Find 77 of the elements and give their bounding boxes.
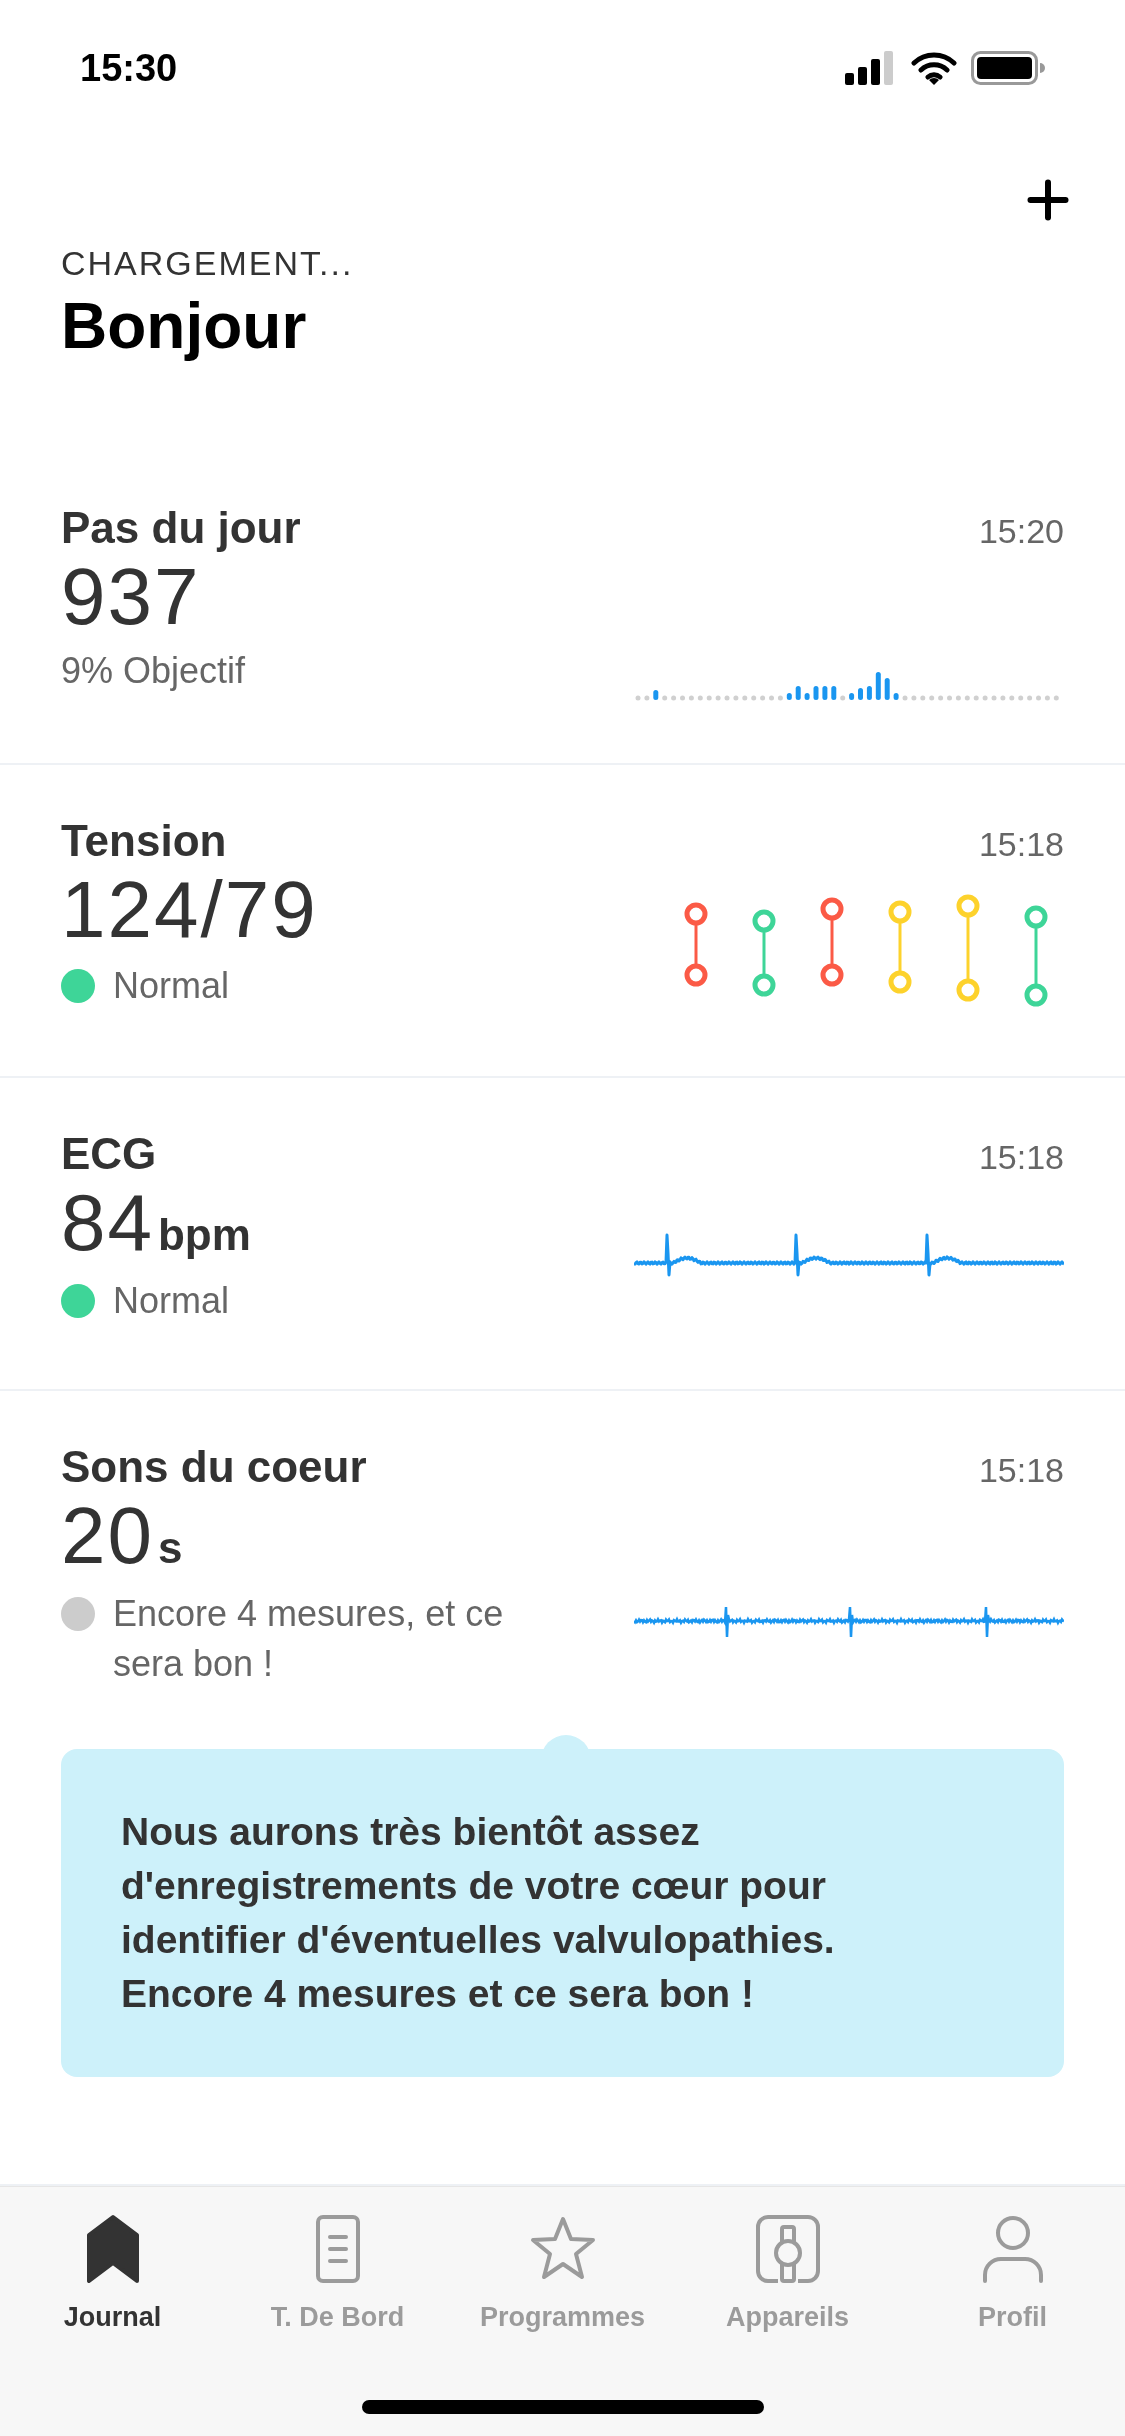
step-bar (884, 678, 890, 700)
step-dot (920, 695, 926, 701)
step-bar (866, 686, 872, 700)
battery-icon (971, 51, 1045, 85)
step-dot (982, 695, 988, 701)
step-bar (804, 693, 810, 700)
card-value: 20 (61, 1493, 154, 1579)
tab-item[interactable]: Profil (900, 2213, 1125, 2338)
card-title: Tension (61, 815, 228, 867)
step-dot (688, 695, 694, 701)
step-dot (644, 695, 650, 701)
wifi-icon (911, 51, 957, 85)
step-dot (635, 695, 641, 701)
step-dot (662, 695, 668, 701)
step-dot (964, 695, 970, 701)
tab-item[interactable]: Programmes (450, 2213, 675, 2338)
step-dot (751, 695, 757, 701)
step-bar (849, 693, 855, 700)
step-dot (1053, 695, 1059, 701)
step-dot (840, 695, 846, 701)
card-subtitle: 9% Objectif (61, 649, 247, 693)
step-dot (777, 695, 783, 701)
step-dot (760, 695, 766, 701)
step-dot (1044, 695, 1050, 701)
step-dot (715, 695, 721, 701)
step-bar (858, 688, 863, 700)
card-value: 84 (61, 1180, 154, 1266)
step-dot (938, 695, 944, 701)
step-bar (653, 690, 659, 700)
card-unit: s (158, 1522, 183, 1574)
step-bar (875, 672, 881, 700)
card-time: 15:18 (978, 1450, 1064, 1491)
tab-item[interactable]: Appareils (675, 2213, 900, 2338)
step-dot (706, 695, 712, 701)
step-dot (733, 695, 739, 701)
step-dot (697, 695, 703, 701)
step-dot (680, 695, 685, 701)
status-time: 15:30 (80, 45, 178, 91)
step-dot (955, 695, 961, 701)
step-bar (786, 693, 792, 700)
step-dot (671, 695, 677, 701)
step-dot (1027, 695, 1033, 701)
step-dot (769, 695, 774, 701)
step-dot (1009, 695, 1015, 701)
step-dot (742, 695, 748, 701)
card-unit: bpm (158, 1209, 251, 1261)
card-time: 15:18 (978, 1137, 1064, 1178)
greeting-title: Bonjour (61, 289, 308, 363)
step-dot (724, 695, 730, 701)
status-text: Normal (113, 1279, 229, 1323)
card-title: ECG (61, 1128, 158, 1180)
tab-item[interactable]: Journal (0, 2213, 225, 2338)
step-bar (822, 686, 828, 700)
step-bar (893, 693, 899, 700)
step-bar (795, 686, 801, 700)
tab-item[interactable]: T. De Bord (225, 2213, 450, 2338)
step-dot (911, 695, 917, 701)
step-dot (947, 695, 952, 701)
status-text: Encore 4 mesures, et ce sera bon ! (113, 1592, 505, 1686)
card-time: 15:20 (978, 511, 1064, 552)
step-dot (902, 695, 908, 701)
step-dot (1018, 695, 1024, 701)
card-value: 124/79 (61, 867, 318, 953)
step-dot (973, 695, 979, 701)
step-dot (929, 695, 935, 701)
loading-label: CHARGEMENT... (61, 243, 355, 284)
card-value: 937 (61, 554, 201, 640)
card-title: Sons du coeur (61, 1441, 368, 1493)
step-dot (1000, 695, 1006, 701)
tip-text: Nous aurons très bientôt assez d'enregistrements de votre cœur pour identifier d'éventuelles valvulopathies. Encore 4 mesures et ce sera bon ! (121, 1809, 836, 2017)
step-dot (991, 695, 997, 701)
step-bar (831, 686, 837, 700)
step-dot (1036, 695, 1041, 701)
status-text: Normal (113, 964, 229, 1008)
step-bar (813, 686, 819, 700)
card-title: Pas du jour (61, 502, 301, 554)
card-time: 15:18 (978, 824, 1064, 865)
